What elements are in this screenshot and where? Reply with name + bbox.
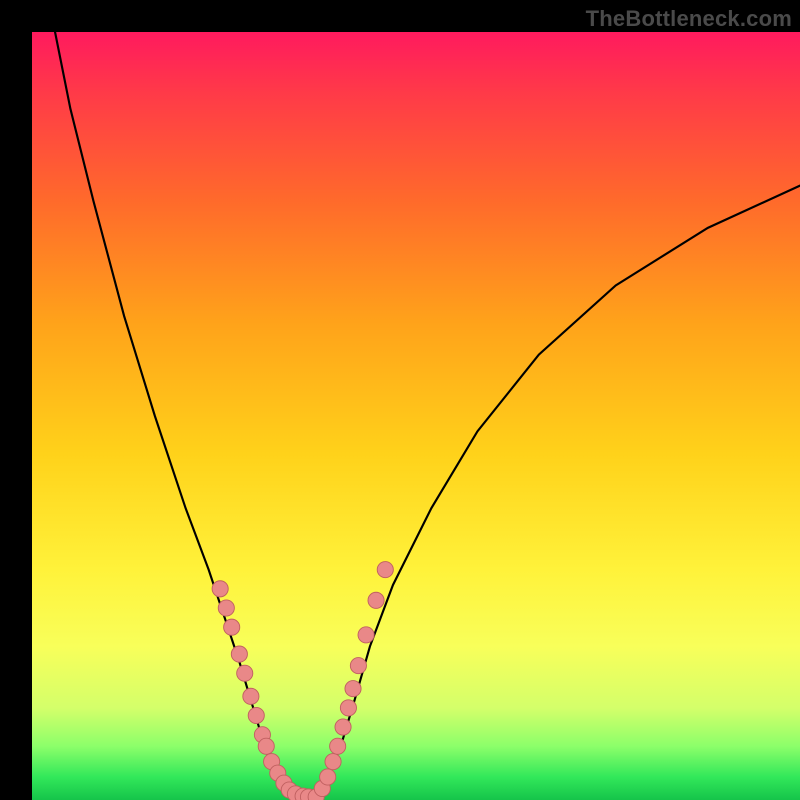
data-dot xyxy=(377,562,393,578)
data-dot xyxy=(218,600,234,616)
data-dot xyxy=(212,581,228,597)
data-dot xyxy=(335,719,351,735)
data-dot xyxy=(340,700,356,716)
data-dot xyxy=(325,754,341,770)
curve-right-branch xyxy=(316,186,800,798)
chart-frame: TheBottleneck.com xyxy=(0,0,800,800)
data-dot xyxy=(368,592,384,608)
data-dot xyxy=(231,646,247,662)
curve-left-branch xyxy=(55,32,293,798)
data-dot xyxy=(243,688,259,704)
dot-cluster-left xyxy=(212,581,316,800)
curve-layer xyxy=(32,32,800,800)
dot-cluster-right xyxy=(308,562,393,800)
data-dot xyxy=(237,665,253,681)
plot-area xyxy=(32,32,800,800)
data-dot xyxy=(358,627,374,643)
watermark-text: TheBottleneck.com xyxy=(586,6,792,32)
data-dot xyxy=(258,738,274,754)
data-dot xyxy=(320,769,336,785)
data-dot xyxy=(345,681,361,697)
data-dot xyxy=(330,738,346,754)
data-dot xyxy=(248,707,264,723)
data-dot xyxy=(224,619,240,635)
data-dot xyxy=(350,658,366,674)
